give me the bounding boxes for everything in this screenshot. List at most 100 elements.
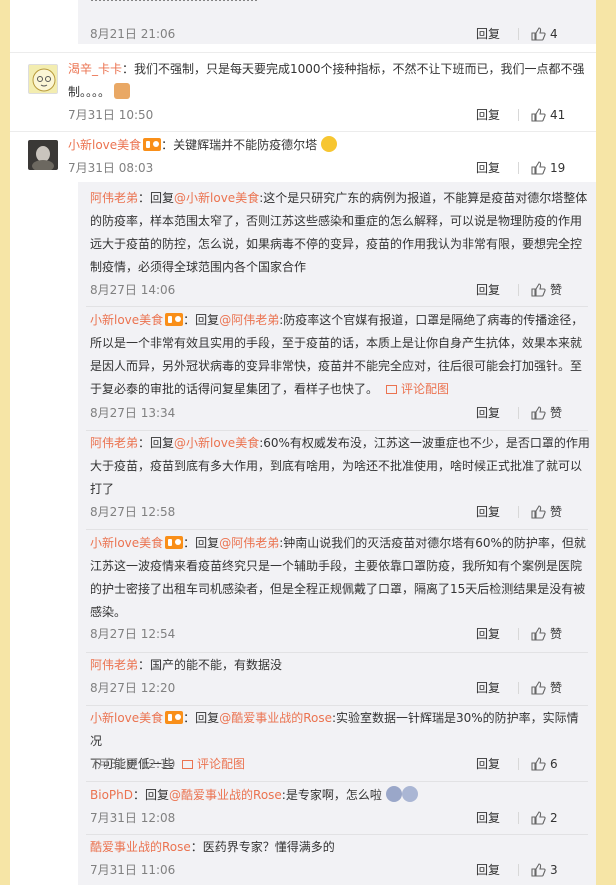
reply-button[interactable]: 回复: [476, 502, 500, 522]
username[interactable]: 酷爱事业战的Rose: [90, 840, 191, 854]
mention-link[interactable]: @阿伟老弟: [219, 313, 279, 327]
mention-link[interactable]: @酷爱事业战的Rose: [169, 788, 282, 802]
like-count: 19: [550, 161, 566, 175]
divider: [86, 430, 588, 431]
thumbs-up-icon[interactable]: [530, 810, 546, 826]
reply-button[interactable]: 回复: [476, 808, 500, 828]
divider: [518, 682, 519, 694]
mention-link[interactable]: @小新love美食: [174, 191, 259, 205]
comment-time: 8月27日 12:54: [90, 627, 176, 641]
username[interactable]: 阿伟老弟: [90, 436, 138, 450]
divider: [518, 284, 519, 296]
comment-time: 8月27日 12:58: [90, 505, 176, 519]
reply-button[interactable]: 回复: [476, 624, 500, 644]
sub-reply-meta: 8月27日 13:34 回复 赞: [90, 403, 586, 423]
surprised-emoji-icon: [401, 786, 418, 802]
sub-reply-text: 所以是一个非常有效且实用的手段，至于疫苗的话，本质上是让你自身产生抗体，效果本来…: [90, 336, 583, 350]
reply-button[interactable]: 回复: [476, 24, 500, 44]
mention-link[interactable]: @酷爱事业战的Rose: [219, 711, 332, 725]
crying-emoji-icon: [385, 786, 402, 802]
reply-button[interactable]: 回复: [476, 860, 500, 880]
comment-image-link[interactable]: 评论配图: [386, 382, 449, 396]
comment-text: ：我们不强制，只是每天要完成1000个接种指标，不然不让下班而已，我们一点都不强…: [68, 62, 585, 99]
thumbs-up-icon[interactable]: [530, 504, 546, 520]
comment-actions: 回复 赞: [476, 403, 586, 423]
reply-button[interactable]: 回复: [476, 105, 500, 125]
thumbs-up-icon[interactable]: [530, 680, 546, 696]
sub-reply-box: 阿伟老弟：回复@小新love美食:这个是只研究广东的病例为报道，不能算是疫苗对德…: [78, 182, 596, 885]
cat-emoji-icon: [113, 83, 130, 99]
like-count: 4: [550, 27, 558, 41]
sub-reply-text: :实验室数据一针辉瑞是30%的防护率，实际情况: [90, 711, 579, 748]
avatar[interactable]: [28, 140, 58, 170]
username[interactable]: 小新love美食: [68, 138, 141, 152]
thumbs-up-icon[interactable]: [530, 160, 546, 176]
comment-time: 7月31日 12:10: [90, 757, 176, 771]
divider: [518, 628, 519, 640]
sub-reply-text: 打了: [90, 482, 115, 496]
sub-reply-meta: 7月31日 12:08 回复 2: [90, 808, 586, 828]
avatar[interactable]: [28, 64, 58, 94]
reply-prefix: ：回复: [183, 313, 220, 327]
comment-panel: …………………………………… 8月21日 21:06 回复 4 渴辛_卡卡：我们…: [10, 0, 596, 885]
reply-button[interactable]: 回复: [476, 678, 500, 698]
thumbs-up-icon[interactable]: [530, 862, 546, 878]
divider: [518, 28, 519, 40]
thumbs-up-icon[interactable]: [530, 405, 546, 421]
sub-reply-body: 小新love美食 ：回复@阿伟老弟:钟南山说我们的灭活疫苗对德尔塔有60%的防护率…: [90, 532, 590, 624]
thumbs-up-icon[interactable]: [530, 756, 546, 772]
sub-reply-text: :是专家啊，怎么啦: [281, 788, 382, 802]
reply-button[interactable]: 回复: [476, 280, 500, 300]
sub-reply-body: BioPhD：回复@酷爱事业战的Rose:是专家啊，怎么啦: [90, 784, 590, 807]
sub-reply-text: 的护士密接了出租车司机感染者，但是全程正规佩戴了口罩，隔离了15天后检测结果是没…: [90, 582, 586, 596]
comment-actions: 回复 赞: [476, 678, 586, 698]
vip-badge-icon: [165, 536, 184, 549]
reply-button[interactable]: 回复: [476, 754, 500, 774]
thumbs-up-icon[interactable]: [530, 282, 546, 298]
comment-time: 7月31日 08:03: [68, 161, 154, 175]
comment-actions: 回复 赞: [476, 624, 586, 644]
comment-time: 7月31日 10:50: [68, 108, 154, 122]
sub-reply-text: 于复必泰的审批的话得问复星集团了，看样子也快了。: [90, 382, 379, 396]
divider: [86, 529, 588, 530]
divider: [518, 758, 519, 770]
username[interactable]: 阿伟老弟: [90, 191, 138, 205]
comment-actions: 回复 赞: [476, 502, 586, 522]
sub-reply-body: 阿伟老弟：回复@小新love美食:60%有权威发布没，江苏这一波重症也不少，是否…: [90, 432, 590, 501]
sub-reply-box-top: …………………………………… 8月21日 21:06 回复 4: [78, 0, 596, 44]
reply-button[interactable]: 回复: [476, 403, 500, 423]
divider: [518, 812, 519, 824]
divider: [518, 162, 519, 174]
comment-actions: 回复 赞: [476, 280, 586, 300]
like-count: 3: [550, 863, 558, 877]
divider: [86, 705, 588, 706]
username[interactable]: 小新love美食: [90, 313, 163, 327]
like-label: 赞: [550, 406, 563, 420]
like-label: 赞: [550, 627, 563, 641]
comment-meta: 7月31日 08:03 回复 19: [68, 158, 586, 178]
divider: [518, 109, 519, 121]
comment-text: ：关键辉瑞并不能防疫德尔塔: [161, 138, 318, 152]
username[interactable]: 小新love美食: [90, 711, 163, 725]
thumbs-up-icon[interactable]: [530, 107, 546, 123]
username[interactable]: 渴辛_卡卡: [68, 62, 122, 76]
mention-link[interactable]: @小新love美食: [174, 436, 259, 450]
sub-reply-text: :钟南山说我们的灭活疫苗对德尔塔有60%的防护率，但就: [279, 536, 586, 550]
comment-actions: 回复 19: [476, 158, 586, 178]
thumbs-up-icon[interactable]: [530, 26, 546, 42]
divider: [10, 131, 596, 132]
sub-reply-text: ：医药界专家？懂得满多的: [190, 840, 335, 854]
comment-time: 7月31日 12:08: [90, 811, 176, 825]
sub-reply-text: 江苏这一波疫情来看疫苗终究只是一个辅助手段，主要依靠口罩防疫，我所知有个案例是医…: [90, 559, 583, 573]
reply-button[interactable]: 回复: [476, 158, 500, 178]
mention-link[interactable]: @阿伟老弟: [219, 536, 279, 550]
sub-reply-text: 制疫情，必须得全球范围内各个国家合作: [90, 260, 307, 274]
sub-reply-meta: 7月31日 11:06 回复 3: [90, 860, 586, 880]
comment-time: 8月27日 14:06: [90, 283, 176, 297]
username[interactable]: 小新love美食: [90, 536, 163, 550]
username[interactable]: BioPhD: [90, 788, 133, 802]
like-count: 41: [550, 108, 566, 122]
username[interactable]: 阿伟老弟: [90, 658, 138, 672]
thumbs-up-icon[interactable]: [530, 626, 546, 642]
sub-reply-text: :60%有权威发布没，江苏这一波重症也不少，是否口罩的作用: [259, 436, 590, 450]
